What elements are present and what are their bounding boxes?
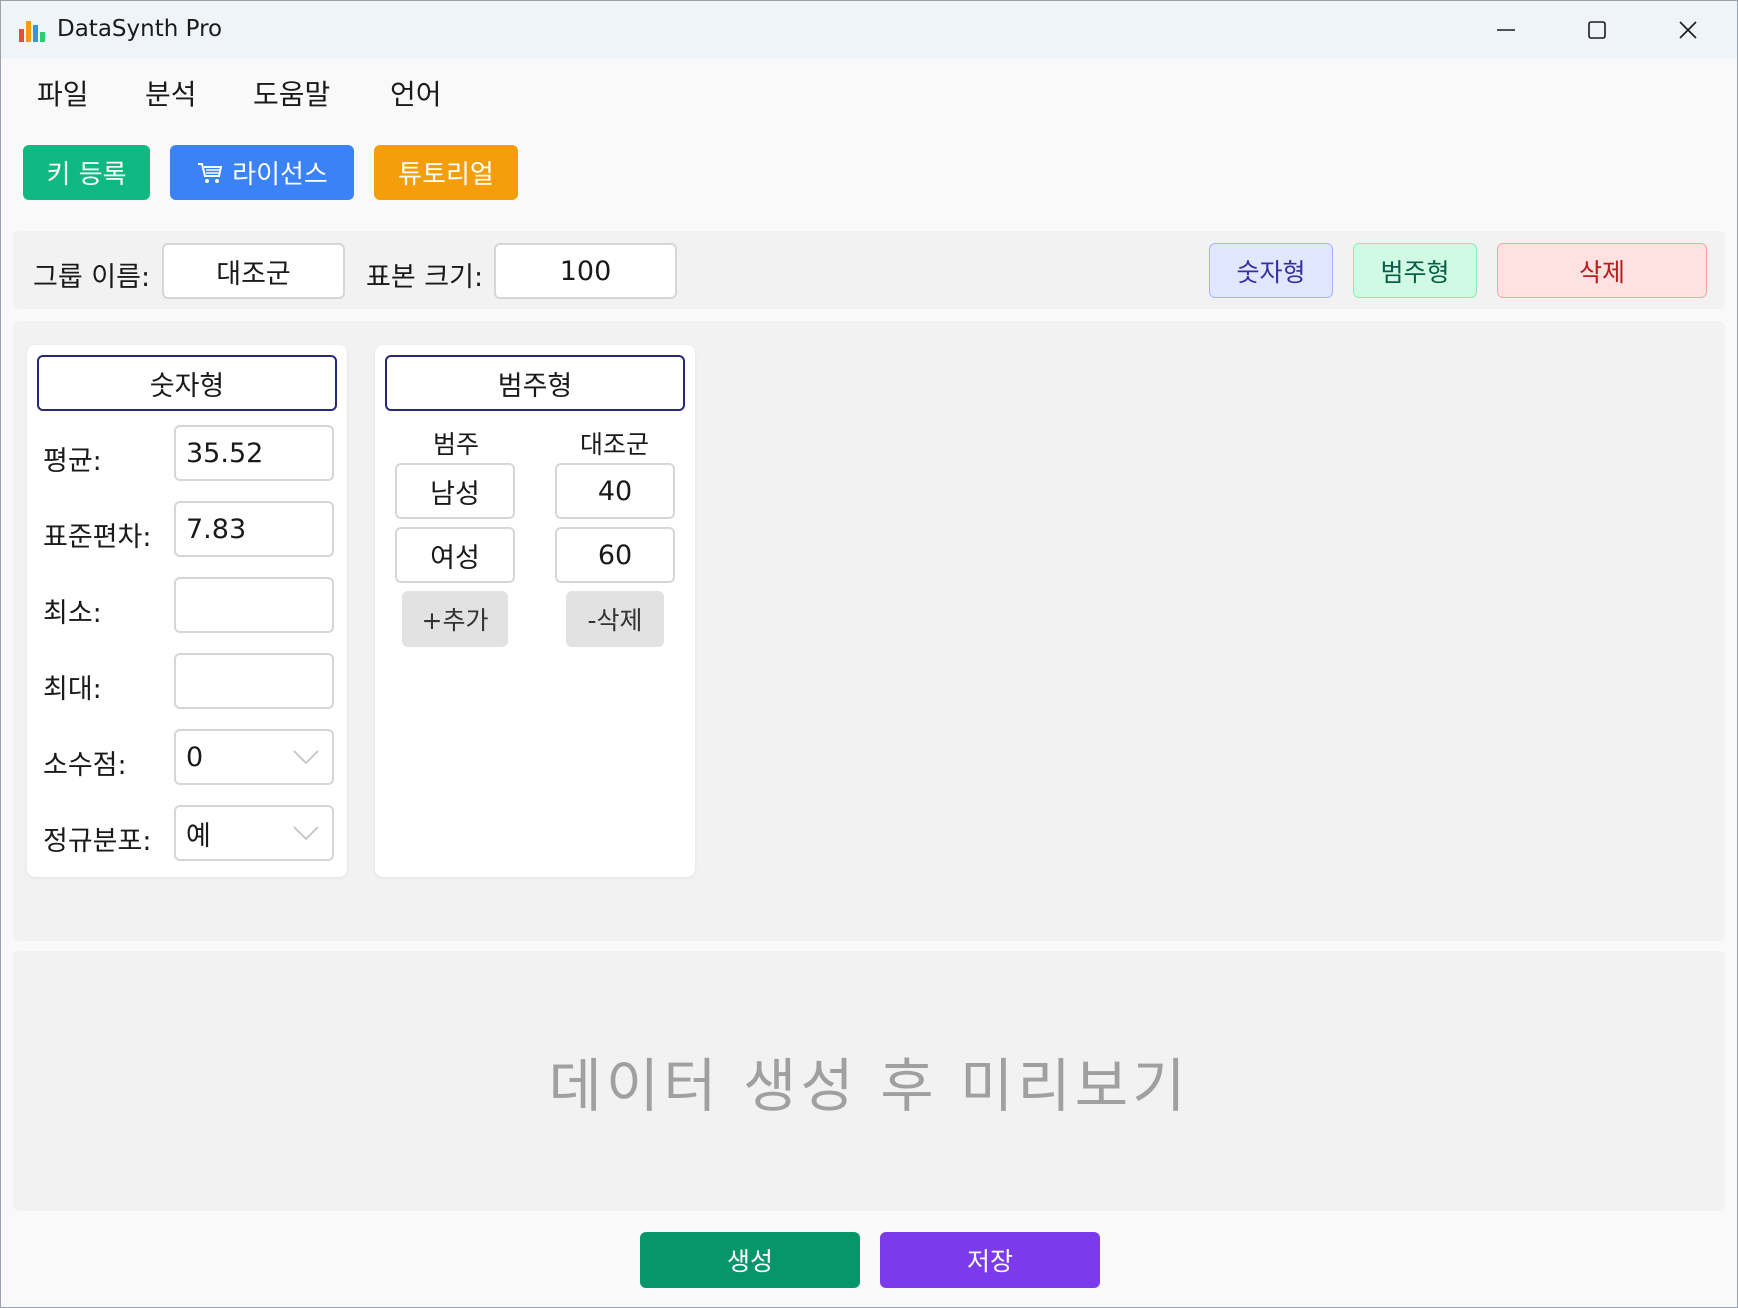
normal-dist-select-value: 예 xyxy=(186,820,211,852)
sd-input[interactable]: 7.83 xyxy=(174,501,334,557)
chevron-down-icon xyxy=(293,826,319,841)
minimize-button[interactable] xyxy=(1461,1,1551,59)
window-title: DataSynth Pro xyxy=(57,16,223,42)
decimal-select-value: 0 xyxy=(186,741,204,773)
category-value-input-2[interactable]: 60 xyxy=(555,527,675,583)
remove-category-button[interactable]: -삭제 xyxy=(566,591,664,647)
normal-dist-label: 정규분포: xyxy=(43,826,152,857)
preview-placeholder: 데이터 생성 후 미리보기 xyxy=(548,1052,1190,1120)
category-input-1[interactable]: 남성 xyxy=(395,463,515,519)
min-label: 최소: xyxy=(43,598,102,629)
close-button[interactable] xyxy=(1643,1,1733,59)
category-input-2[interactable]: 여성 xyxy=(395,527,515,583)
delete-group-button[interactable]: 삭제 xyxy=(1497,243,1707,298)
mean-input[interactable]: 35.52 xyxy=(174,425,334,481)
mean-label: 평균: xyxy=(43,446,102,477)
cart-icon xyxy=(198,162,223,183)
key-register-button[interactable]: 키 등록 xyxy=(23,145,150,200)
sample-size-label: 표본 크기: xyxy=(366,262,484,293)
bar-chart-app-icon xyxy=(19,21,45,42)
tutorial-label: 튜토리얼 xyxy=(398,160,494,190)
sd-label: 표준편차: xyxy=(43,522,152,553)
maximize-button[interactable] xyxy=(1552,1,1642,59)
max-label: 최대: xyxy=(43,674,102,705)
categorical-card-title[interactable]: 범주형 xyxy=(385,355,685,411)
menu-help[interactable]: 도움말 xyxy=(253,73,330,113)
maximize-icon xyxy=(1588,21,1606,39)
category-column-header: 범주 xyxy=(433,430,480,459)
add-categorical-button[interactable]: 범주형 xyxy=(1353,243,1477,298)
generate-button[interactable]: 생성 xyxy=(640,1232,860,1288)
key-register-label: 키 등록 xyxy=(46,160,127,190)
decimal-label: 소수점: xyxy=(43,750,127,781)
menu-file[interactable]: 파일 xyxy=(37,73,89,113)
preview-panel: 데이터 생성 후 미리보기 xyxy=(13,951,1725,1211)
category-value-input-1[interactable]: 40 xyxy=(555,463,675,519)
save-button[interactable]: 저장 xyxy=(880,1232,1100,1288)
normal-dist-select[interactable]: 예 xyxy=(174,805,334,861)
close-icon xyxy=(1679,21,1697,39)
title-bar[interactable]: DataSynth Pro xyxy=(1,1,1737,59)
add-numeric-button[interactable]: 숫자형 xyxy=(1209,243,1333,298)
license-label: 라이선스 xyxy=(232,160,328,190)
decimal-select[interactable]: 0 xyxy=(174,729,334,785)
group-name-input[interactable]: 대조군 xyxy=(162,243,345,299)
minimize-icon xyxy=(1497,29,1515,31)
menu-language[interactable]: 언어 xyxy=(390,73,442,113)
min-input[interactable] xyxy=(174,577,334,633)
add-category-button[interactable]: +추가 xyxy=(402,591,508,647)
group-column-header: 대조군 xyxy=(580,430,650,459)
numeric-card-title[interactable]: 숫자형 xyxy=(37,355,337,411)
group-name-label: 그룹 이름: xyxy=(33,262,151,293)
max-input[interactable] xyxy=(174,653,334,709)
sample-size-input[interactable]: 100 xyxy=(494,243,677,299)
menu-analysis[interactable]: 분석 xyxy=(145,73,197,113)
tutorial-button[interactable]: 튜토리얼 xyxy=(374,145,518,200)
license-button[interactable]: 라이선스 xyxy=(170,145,354,200)
chevron-down-icon xyxy=(293,750,319,765)
app-window: DataSynth Pro 파일 분석 도움말 언어 키 등록 라이선스 튜토리… xyxy=(0,0,1738,1308)
